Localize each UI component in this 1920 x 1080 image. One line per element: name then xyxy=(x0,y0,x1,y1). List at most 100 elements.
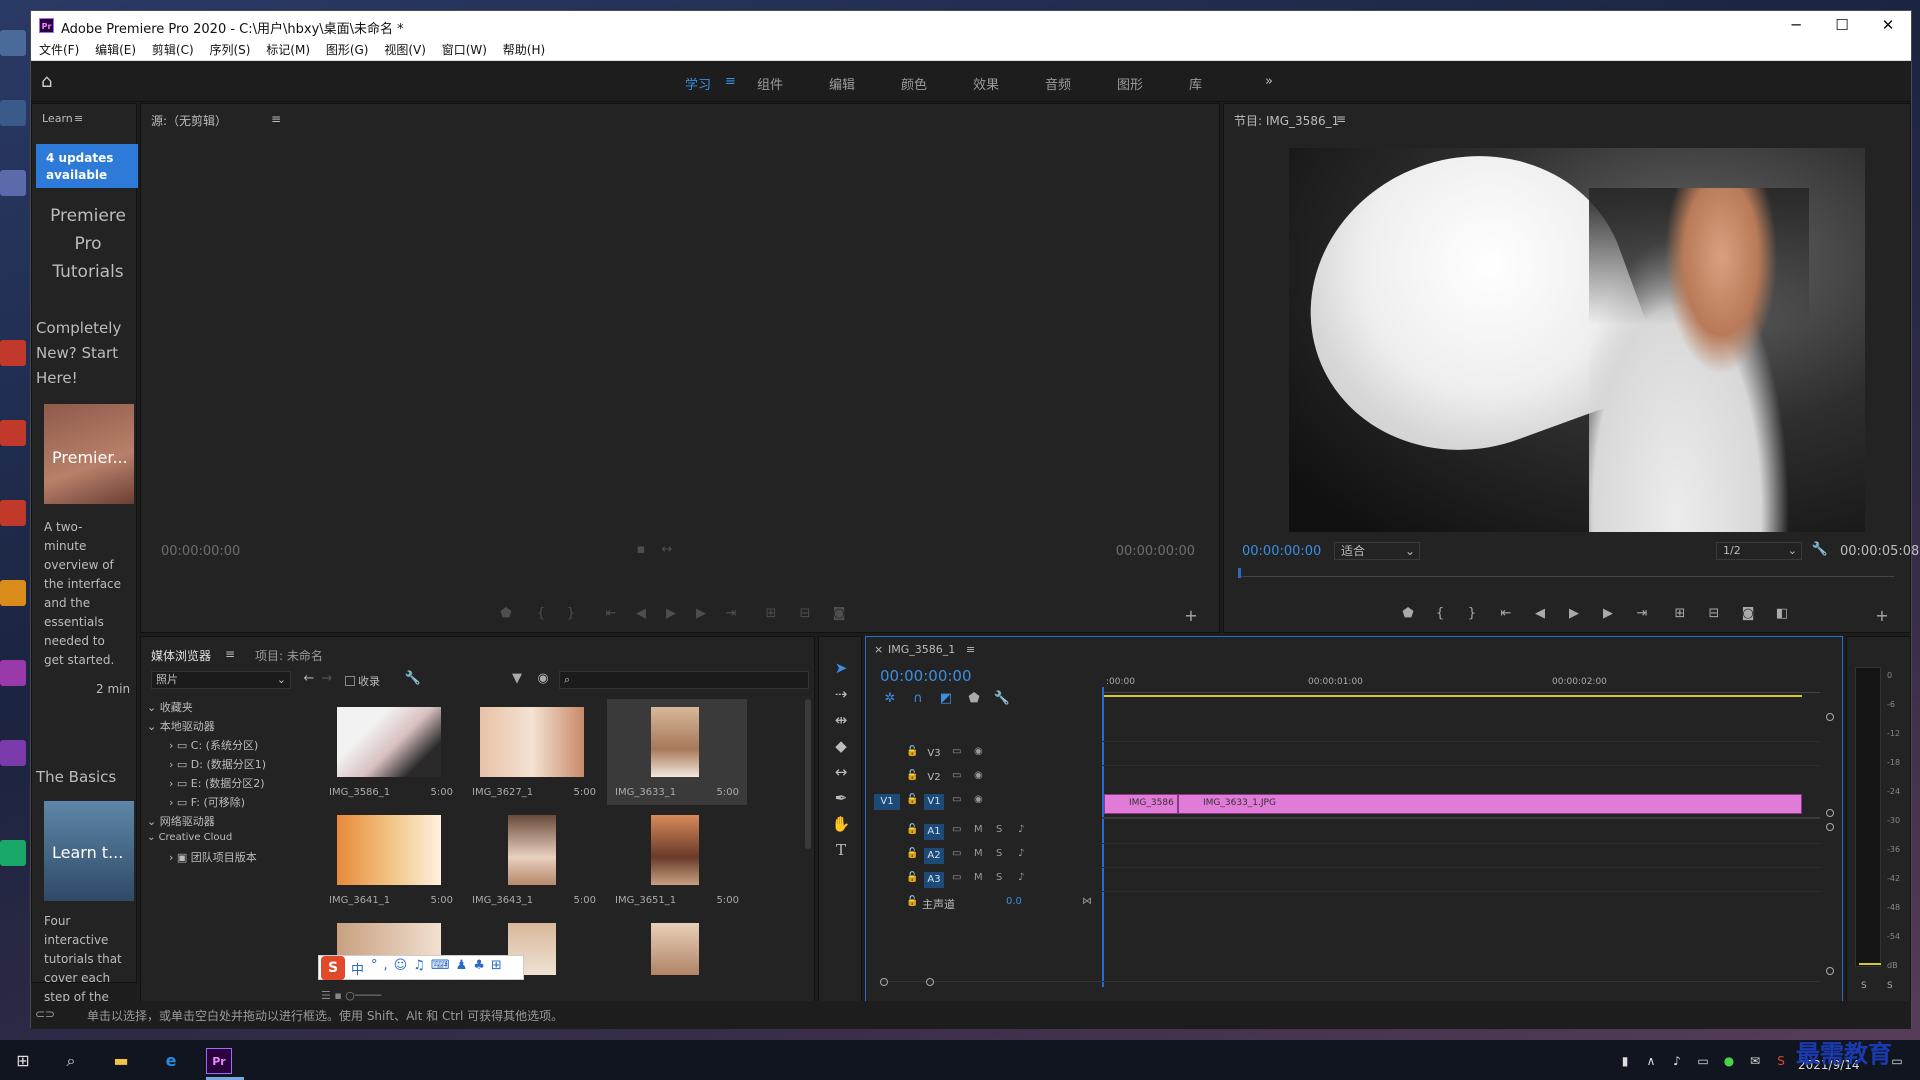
mark-out-icon[interactable]: } xyxy=(561,606,581,621)
nest-icon[interactable]: ✲ xyxy=(880,691,900,706)
eye-icon[interactable]: ◉ xyxy=(974,746,983,757)
lock-icon[interactable]: 🔓 xyxy=(906,824,918,835)
ime-tools-icon[interactable]: °,☺♫⌨♟♣⊞ xyxy=(371,958,508,973)
play-icon[interactable]: ▶ xyxy=(1564,606,1584,621)
timeline-clip[interactable]: IMG_3633_1.JPG xyxy=(1178,794,1802,814)
workspace-tab-graphics[interactable]: 图形 xyxy=(1117,74,1143,93)
media-scrollbar[interactable] xyxy=(805,699,811,849)
source-overwrite-icon[interactable]: ↔ xyxy=(657,542,677,557)
pen-tool-icon[interactable]: ✒ xyxy=(831,789,851,809)
type-tool-icon[interactable]: T xyxy=(831,841,851,861)
zoom-handle-icon[interactable] xyxy=(880,978,888,986)
tray-network-icon[interactable]: ▭ xyxy=(1690,1048,1716,1074)
source-insert-icon[interactable]: ▪ xyxy=(631,542,651,557)
playback-resolution-dropdown[interactable]: 1/2 ⌄ xyxy=(1716,542,1802,560)
panel-menu-icon[interactable]: ≡ xyxy=(74,112,83,125)
edge-browser-icon[interactable]: e xyxy=(158,1048,184,1074)
mic-icon[interactable]: ♪ xyxy=(1018,872,1024,883)
sync-lock-icon[interactable]: ▭ xyxy=(952,872,961,883)
media-item[interactable]: IMG_3641_1 5:00 xyxy=(321,807,461,913)
program-scrub-bar[interactable] xyxy=(1238,576,1894,577)
extract-icon[interactable]: ⊟ xyxy=(1704,606,1724,621)
go-to-out-icon[interactable]: ⇥ xyxy=(1632,606,1652,621)
snap-icon[interactable]: ∩ xyxy=(908,691,928,706)
sync-lock-icon[interactable]: ▭ xyxy=(952,746,961,757)
desktop-icon[interactable] xyxy=(0,580,32,640)
scroll-handle-icon[interactable] xyxy=(1826,809,1834,817)
panel-menu-icon[interactable]: ≡ xyxy=(966,643,975,656)
sync-lock-icon[interactable]: ▭ xyxy=(952,824,961,835)
panel-menu-icon[interactable]: ≡ xyxy=(271,112,281,126)
mark-in-icon[interactable]: { xyxy=(1430,606,1450,621)
mark-out-icon[interactable]: } xyxy=(1462,606,1482,621)
track-select-tool-icon[interactable]: ⇢ xyxy=(831,685,851,705)
lock-icon[interactable]: 🔓 xyxy=(906,770,918,781)
lock-icon[interactable]: 🔓 xyxy=(906,896,918,907)
desktop-icon[interactable] xyxy=(0,840,32,900)
workspace-tab-effects[interactable]: 效果 xyxy=(973,74,999,93)
file-explorer-icon[interactable]: ▬ xyxy=(108,1048,134,1074)
export-frame-icon[interactable]: ◙ xyxy=(829,606,849,621)
updates-banner[interactable]: 4 updates available xyxy=(36,144,138,188)
menu-edit[interactable]: 编辑(E) xyxy=(95,40,136,61)
lock-icon[interactable]: 🔓 xyxy=(906,872,918,883)
media-item[interactable]: IMG_3633_1 5:00 xyxy=(607,699,747,805)
slip-tool-icon[interactable]: ↔ xyxy=(831,763,851,783)
tree-drive-f[interactable]: › ▭ F: (可移除) xyxy=(169,794,245,810)
timeline-timecode[interactable]: 00:00:00:00 xyxy=(880,667,972,685)
overwrite-icon[interactable]: ⊟ xyxy=(795,606,815,621)
go-to-in-icon[interactable]: ⇤ xyxy=(1496,606,1516,621)
menu-window[interactable]: 窗口(W) xyxy=(442,40,487,61)
tree-creative-cloud[interactable]: ⌄ Creative Cloud xyxy=(147,832,232,843)
timeline-zoom-scrollbar[interactable] xyxy=(880,978,1820,989)
desktop-icon[interactable] xyxy=(0,500,32,560)
wrench-icon[interactable]: 🔧 xyxy=(992,691,1012,706)
tab-project[interactable]: 项目: 未命名 xyxy=(255,647,323,664)
eye-icon[interactable]: ◉ xyxy=(974,794,983,805)
add-marker-icon[interactable]: ⬟ xyxy=(964,691,984,706)
desktop-icon[interactable] xyxy=(0,420,32,480)
sync-lock-icon[interactable]: ▭ xyxy=(952,794,961,805)
razor-tool-icon[interactable]: ◆ xyxy=(831,737,851,757)
workspace-tab-audio[interactable]: 音频 xyxy=(1045,74,1071,93)
wrench-icon[interactable]: 🔧 xyxy=(1810,542,1830,557)
workspace-tab-color[interactable]: 颜色 xyxy=(901,74,927,93)
desktop-icon[interactable] xyxy=(0,100,32,160)
workspace-tab-assembly[interactable]: 组件 xyxy=(757,74,783,93)
workspace-menu-icon[interactable]: ≡ xyxy=(725,74,736,89)
scroll-handle-icon[interactable] xyxy=(1826,823,1834,831)
favorites-checkbox[interactable]: 收录 xyxy=(345,673,380,689)
lock-icon[interactable]: 🔓 xyxy=(906,848,918,859)
windows-start-icon[interactable]: ⊞ xyxy=(10,1048,36,1074)
solo-icon[interactable]: S xyxy=(996,872,1002,883)
ime-toolbar[interactable]: S 中 °,☺♫⌨♟♣⊞ xyxy=(318,955,524,980)
work-area-bar[interactable] xyxy=(1102,695,1802,697)
zoom-handle-icon[interactable] xyxy=(926,978,934,986)
more-workspaces-icon[interactable]: » xyxy=(1265,74,1273,89)
go-to-out-icon[interactable]: ⇥ xyxy=(721,606,741,621)
tree-drive-d[interactable]: › ▭ D: (数据分区1) xyxy=(169,756,266,772)
desktop-icon[interactable] xyxy=(0,660,32,720)
go-to-end-icon[interactable]: ⋈ xyxy=(1082,896,1092,907)
tray-chevron-icon[interactable]: ∧ xyxy=(1638,1048,1664,1074)
source-patch-v1[interactable]: V1 xyxy=(874,794,900,810)
media-type-filter[interactable]: 照片 ⌄ xyxy=(151,671,291,689)
workspace-tab-learn[interactable]: 学习 xyxy=(685,74,711,93)
mute-icon[interactable]: M xyxy=(974,848,983,859)
card1-thumbnail[interactable]: Premier... xyxy=(44,404,134,504)
solo-left-button[interactable]: S xyxy=(1861,981,1867,991)
close-icon[interactable]: × xyxy=(874,643,883,656)
timeline-tab[interactable]: IMG_3586_1 xyxy=(888,643,955,656)
menu-help[interactable]: 帮助(H) xyxy=(503,40,545,61)
master-volume[interactable]: 0.0 xyxy=(1006,896,1022,907)
add-marker-icon[interactable]: ⬟ xyxy=(496,606,516,621)
mark-in-icon[interactable]: { xyxy=(531,606,551,621)
menu-view[interactable]: 视图(V) xyxy=(384,40,426,61)
workspace-tab-libraries[interactable]: 库 xyxy=(1189,74,1202,93)
tab-media-browser[interactable]: 媒体浏览器 xyxy=(151,647,211,664)
lift-icon[interactable]: ⊞ xyxy=(1670,606,1690,621)
forward-arrow-icon[interactable]: → xyxy=(317,671,337,686)
source-timecode-current[interactable]: 00:00:00:00 xyxy=(161,544,240,559)
lock-icon[interactable]: 🔓 xyxy=(906,746,918,757)
button-editor-icon[interactable]: + xyxy=(1872,606,1892,625)
